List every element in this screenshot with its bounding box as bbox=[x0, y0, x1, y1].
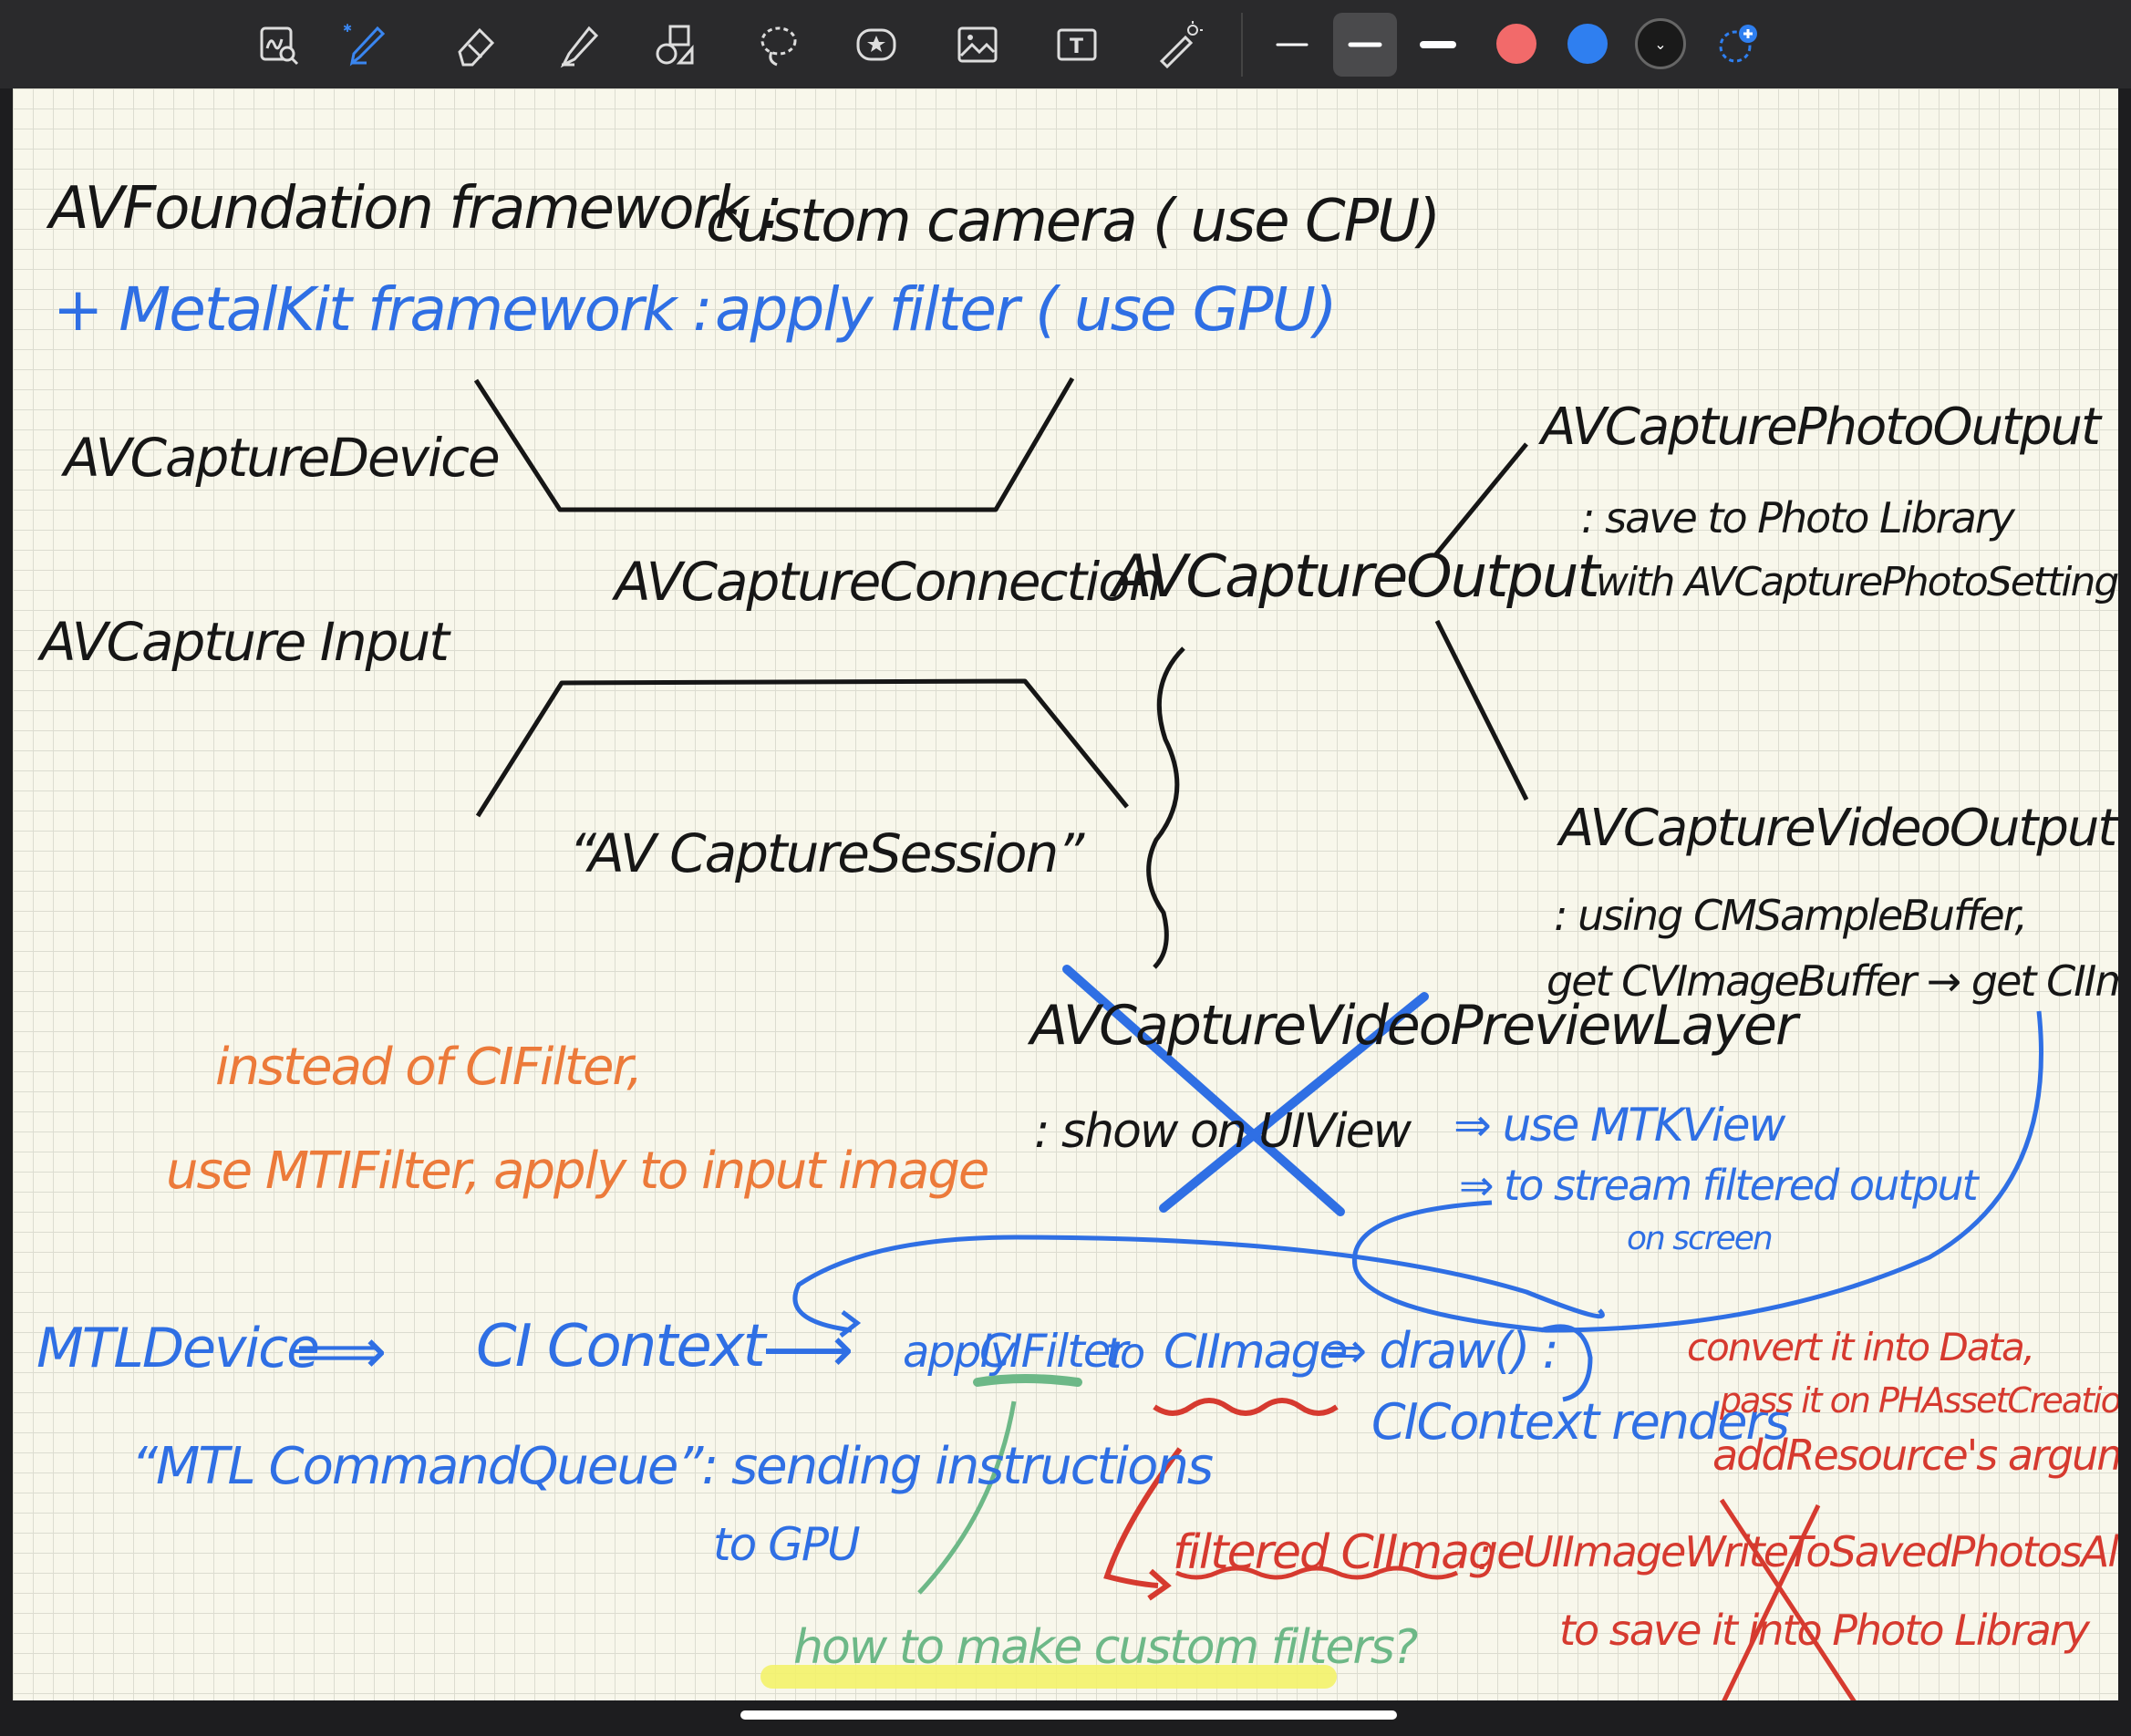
single-arrow-icon: ⟶ bbox=[762, 1312, 854, 1387]
svg-text:T: T bbox=[1070, 36, 1083, 58]
label-capture-session: “AV CaptureSession” bbox=[569, 822, 1084, 884]
color-swatch-red[interactable] bbox=[1496, 24, 1536, 64]
thick-line-icon bbox=[1420, 41, 1456, 48]
label-video-output: AVCaptureVideoOutput bbox=[1559, 799, 2117, 858]
label-photo-output: AVCapturePhotoOutput bbox=[1541, 398, 2101, 457]
sticker-tool[interactable] bbox=[844, 13, 908, 77]
label-capture-input: AVCapture Input bbox=[40, 611, 450, 673]
uiimage-write: UIImageWriteToSavedPhotosAlbum bbox=[1523, 1527, 2118, 1576]
label-cicontext: CI Context bbox=[476, 1313, 766, 1380]
to-save-library: to save it into Photo Library bbox=[1559, 1606, 2090, 1655]
thin-line-icon bbox=[1276, 43, 1309, 46]
framework-title-2: + MetalKit framework : bbox=[53, 274, 713, 345]
toolbar-divider bbox=[1241, 13, 1243, 77]
highlighter-tool[interactable] bbox=[546, 13, 610, 77]
label-preview-layer: AVCaptureVideoPreviewLayer bbox=[1030, 994, 1798, 1058]
sticker-icon bbox=[856, 28, 896, 61]
chevron-down-icon: ⌄ bbox=[1654, 35, 1667, 53]
toolbar: ✱ T ⌄ bbox=[0, 0, 2131, 88]
laser-pointer-icon bbox=[1159, 21, 1203, 69]
filtered-ciimage: filtered CIImage bbox=[1173, 1525, 1526, 1580]
stroke-thick[interactable] bbox=[1406, 13, 1470, 77]
eraser-tool[interactable] bbox=[444, 13, 508, 77]
bluetooth-icon: ✱ bbox=[343, 22, 352, 35]
convert-note-3: addResource's argument bbox=[1712, 1431, 2118, 1480]
laser-pointer-tool[interactable] bbox=[1146, 13, 1210, 77]
stroke-medium[interactable] bbox=[1333, 13, 1397, 77]
add-color-icon bbox=[1719, 25, 1757, 63]
preview-use-mtkview: ⇒ use MTKView bbox=[1453, 1099, 1785, 1152]
preview-on-screen: on screen bbox=[1627, 1220, 1774, 1257]
highlighter-icon bbox=[560, 26, 599, 68]
convert-note-2: pass it on PHAssetCreationRequest bbox=[1720, 1380, 2118, 1421]
text-box-tool[interactable]: T bbox=[1045, 13, 1109, 77]
framework-desc-1: custom camera ( use CPU) bbox=[706, 188, 1441, 255]
framework-desc-2: apply filter ( use GPU) bbox=[715, 274, 1338, 345]
photo-output-desc-2: with AVCapturePhotoSettings bbox=[1596, 559, 2118, 605]
to-gpu: to GPU bbox=[713, 1518, 861, 1571]
colon-sep: : bbox=[1477, 1529, 1492, 1580]
color-swatch-black-selected[interactable]: ⌄ bbox=[1635, 18, 1686, 69]
text-box-icon: T bbox=[1057, 28, 1097, 61]
pen-icon: ✱ bbox=[343, 22, 386, 67]
image-tool[interactable] bbox=[946, 13, 1009, 77]
cifilter-label: CIFilter bbox=[979, 1325, 1128, 1378]
lasso-zoom-tool[interactable] bbox=[246, 13, 310, 77]
label-mtldevice: MTLDevice bbox=[36, 1317, 320, 1380]
label-capture-connection: AVCaptureConnection bbox=[615, 551, 1163, 613]
label-capture-device: AVCaptureDevice bbox=[64, 427, 501, 489]
pen-tool[interactable]: ✱ bbox=[333, 13, 397, 77]
stroke-thin[interactable] bbox=[1260, 13, 1324, 77]
shapes-tool[interactable] bbox=[644, 13, 708, 77]
note-canvas[interactable]: AVFoundation framework : custom camera (… bbox=[13, 88, 2118, 1700]
ciimage-label: CIImage bbox=[1164, 1325, 1348, 1380]
lasso-icon bbox=[760, 26, 797, 67]
video-output-desc-1: : using CMSampleBuffer, bbox=[1554, 891, 2028, 940]
lasso-tool[interactable] bbox=[747, 13, 811, 77]
shapes-icon bbox=[656, 25, 694, 65]
lasso-zoom-icon bbox=[260, 26, 299, 66]
mtl-command-queue: “MTL CommandQueue”: sending instructions bbox=[131, 1437, 1214, 1496]
double-arrow-icon: ⟹ bbox=[295, 1314, 388, 1389]
use-mtifilter: use MTIFilter, apply to input image bbox=[166, 1142, 989, 1201]
framework-title-1: AVFoundation framework : bbox=[49, 175, 783, 243]
home-indicator[interactable] bbox=[740, 1710, 1397, 1720]
color-swatch-blue[interactable] bbox=[1567, 24, 1608, 64]
photo-output-desc-1: : save to Photo Library bbox=[1581, 493, 2015, 542]
add-color-button[interactable] bbox=[1705, 13, 1769, 77]
convert-note-1: convert it into Data, bbox=[1687, 1325, 2035, 1369]
image-icon bbox=[957, 26, 998, 63]
preview-show-on: : show on UIView bbox=[1034, 1104, 1412, 1159]
to-label: to bbox=[1105, 1328, 1145, 1378]
medium-line-icon bbox=[1348, 42, 1382, 47]
custom-filters-question: how to make custom filters? bbox=[793, 1620, 1418, 1675]
draw-label: ⇒ draw() : bbox=[1326, 1322, 1559, 1380]
instead-of-cifilter: instead of CIFilter, bbox=[215, 1038, 643, 1097]
preview-stream: ⇒ to stream filtered output bbox=[1459, 1161, 1979, 1210]
label-capture-output: AVCaptureOutput bbox=[1112, 543, 1600, 611]
eraser-icon bbox=[458, 27, 495, 67]
